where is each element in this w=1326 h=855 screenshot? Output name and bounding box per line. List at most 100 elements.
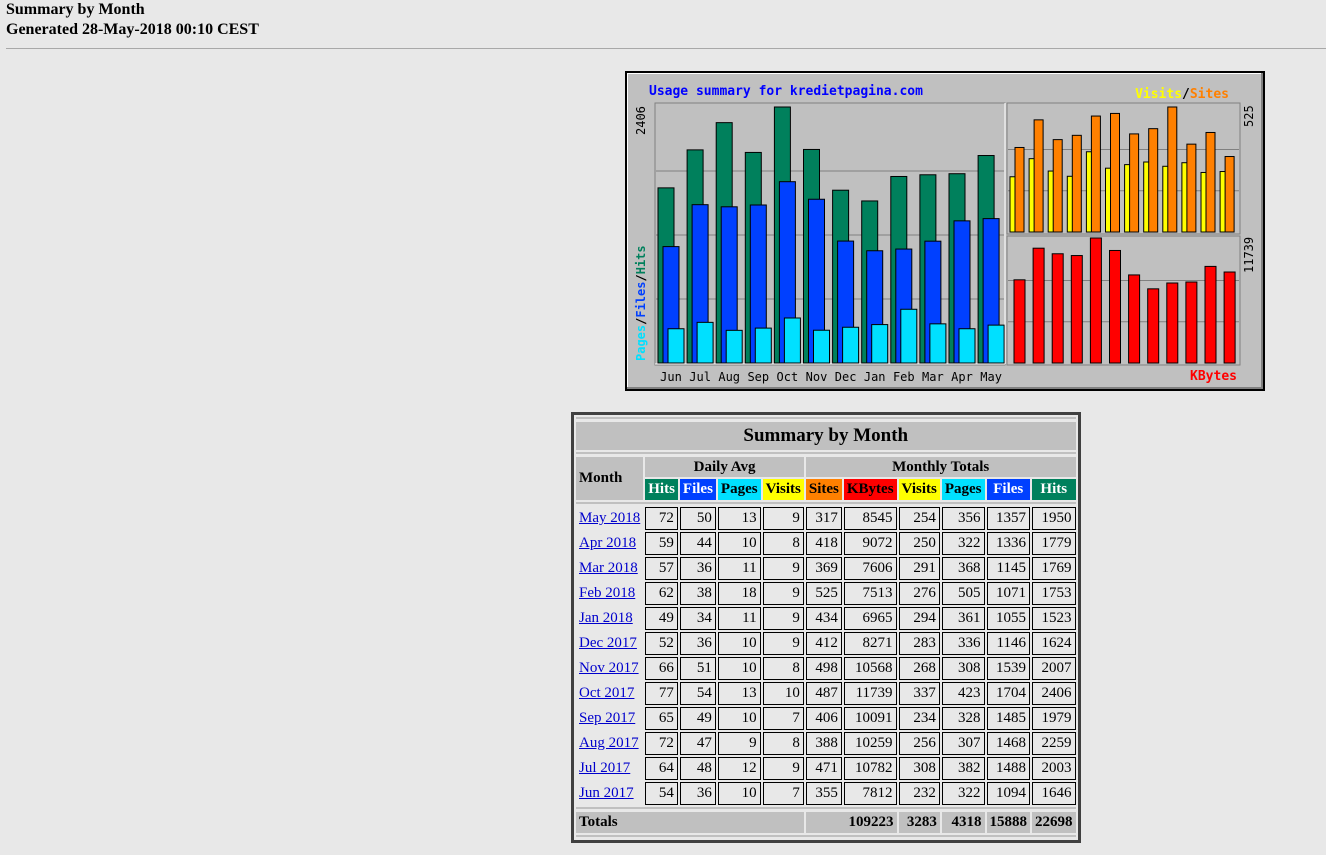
- total-pages-cell: 322: [941, 532, 985, 555]
- pages-bar: [929, 323, 947, 364]
- month-link[interactable]: Oct 2017: [579, 685, 634, 701]
- total-visits-cell: 276: [898, 582, 940, 605]
- daily-files-cell: 36: [679, 632, 716, 655]
- daily-visits-cell: 7: [762, 782, 804, 805]
- total-visits-cell: 337: [898, 682, 940, 705]
- legend-slash-2: /: [634, 274, 648, 281]
- total-kbytes-cell: 8545: [843, 507, 897, 530]
- month-link[interactable]: Aug 2017: [579, 735, 639, 751]
- month-tick-label: Jul: [689, 370, 711, 384]
- kbytes-bar: [1070, 255, 1083, 364]
- graph-legend-left: Pages/Files/Hits: [634, 245, 648, 361]
- month-tick-label: Dec: [835, 370, 857, 384]
- daily-visits-cell: 9: [762, 757, 804, 780]
- month-link[interactable]: Jun 2017: [579, 785, 634, 801]
- total-kbytes-cell: 7812: [843, 782, 897, 805]
- total-pages-cell: 382: [941, 757, 985, 780]
- col-total-visits: Visits: [898, 479, 940, 500]
- table-row: Oct 2017 77 54 13 10 487 11739 337 423 1704 2406: [576, 682, 1076, 705]
- total-pages-cell: 322: [941, 782, 985, 805]
- month-link[interactable]: Apr 2018: [579, 535, 636, 551]
- total-sites-cell: 487: [805, 682, 842, 705]
- pages-bar: [725, 329, 743, 364]
- total-kbytes-cell: 10568: [843, 657, 897, 680]
- total-sites-cell: 418: [805, 532, 842, 555]
- month-cell: Apr 2018: [576, 532, 643, 555]
- total-hits-cell: 1753: [1032, 582, 1076, 605]
- table-row: Dec 2017 52 36 10 9 412 8271 283 336 1146 1624: [576, 632, 1076, 655]
- pages-bar: [871, 324, 889, 364]
- month-cell: Sep 2017: [576, 707, 643, 730]
- total-files-cell: 1539: [986, 657, 1030, 680]
- total-files-cell: 1145: [986, 557, 1030, 580]
- daily-pages-cell: 11: [717, 607, 761, 630]
- month-cell: Dec 2017: [576, 632, 643, 655]
- daily-hits-cell: 77: [645, 682, 678, 705]
- total-kbytes-cell: 8271: [843, 632, 897, 655]
- col-total-kbytes: KBytes: [843, 479, 897, 500]
- month-link[interactable]: Feb 2018: [579, 585, 635, 601]
- month-link[interactable]: Jul 2017: [579, 760, 630, 776]
- report-title: Summary by Month: [6, 1, 145, 18]
- month-column-header: Month: [576, 457, 644, 500]
- daily-files-cell: 36: [679, 557, 716, 580]
- daily-pages-cell: 13: [717, 507, 761, 530]
- total-hits-cell: 1779: [1032, 532, 1076, 555]
- daily-visits-cell: 9: [762, 632, 804, 655]
- total-pages-cell: 505: [941, 582, 985, 605]
- month-link[interactable]: Dec 2017: [579, 635, 637, 651]
- total-kbytes-cell: 7513: [843, 582, 897, 605]
- total-sites-cell: 369: [805, 557, 842, 580]
- summary-table-title-row: Summary by Month: [576, 422, 1076, 450]
- daily-hits-cell: 72: [645, 732, 678, 755]
- legend-files: Files: [634, 282, 648, 318]
- col-daily-visits: Visits: [762, 479, 804, 500]
- kbytes-bar: [1109, 249, 1121, 364]
- total-sites-cell: 317: [805, 507, 842, 530]
- total-visits-cell: 294: [898, 607, 940, 630]
- graph-title: Usage summary for kredietpagina.com: [649, 84, 923, 99]
- month-link[interactable]: Sep 2017: [579, 710, 635, 726]
- total-visits-cell: 283: [898, 632, 940, 655]
- total-sites-cell: 406: [805, 707, 842, 730]
- month-link[interactable]: Mar 2018: [579, 560, 638, 576]
- sites-bar: [1014, 146, 1025, 233]
- sites-bar: [1186, 143, 1197, 233]
- kbytes-bar: [1128, 274, 1141, 364]
- month-link[interactable]: Jan 2018: [579, 610, 633, 626]
- col-daily-hits: Hits: [645, 479, 678, 500]
- daily-pages-cell: 18: [717, 582, 761, 605]
- summary-column-header-row: Hits Files Pages Visits Sites KBytes Vis…: [576, 479, 1076, 500]
- total-pages-cell: 308: [941, 657, 985, 680]
- sites-bar: [1071, 134, 1082, 233]
- month-cell: Aug 2017: [576, 732, 643, 755]
- table-row: Mar 2018 57 36 11 9 369 7606 291 368 1145 1769: [576, 557, 1076, 580]
- pages-bar: [754, 327, 772, 364]
- month-link[interactable]: Nov 2017: [579, 660, 639, 676]
- totals-pages: 4318: [941, 812, 985, 833]
- month-cell: Jan 2018: [576, 607, 643, 630]
- legend-hits: Hits: [634, 245, 648, 274]
- total-hits-cell: 1624: [1032, 632, 1076, 655]
- month-link[interactable]: May 2018: [579, 510, 640, 526]
- total-hits-cell: 1769: [1032, 557, 1076, 580]
- total-files-cell: 1485: [986, 707, 1030, 730]
- legend-pages: Pages: [634, 325, 648, 361]
- totals-hits: 22698: [1032, 812, 1076, 833]
- month-tick-label: Nov: [806, 370, 828, 384]
- sites-bar: [1110, 112, 1120, 233]
- kbytes-bar: [1013, 279, 1026, 364]
- total-pages-cell: 423: [941, 682, 985, 705]
- daily-pages-cell: 10: [717, 657, 761, 680]
- total-pages-cell: 368: [941, 557, 985, 580]
- monthly-totals-header: Monthly Totals: [805, 457, 1076, 477]
- total-kbytes-cell: 10259: [843, 732, 897, 755]
- kbytes-bar: [1204, 265, 1217, 364]
- total-hits-cell: 2259: [1032, 732, 1076, 755]
- table-row: Jun 2017 54 36 10 7 355 7812 232 322 1094 1646: [576, 782, 1076, 805]
- col-total-sites: Sites: [805, 479, 842, 500]
- daily-visits-cell: 8: [762, 732, 804, 755]
- col-total-hits: Hits: [1032, 479, 1076, 500]
- daily-pages-cell: 10: [717, 632, 761, 655]
- daily-pages-cell: 12: [717, 757, 761, 780]
